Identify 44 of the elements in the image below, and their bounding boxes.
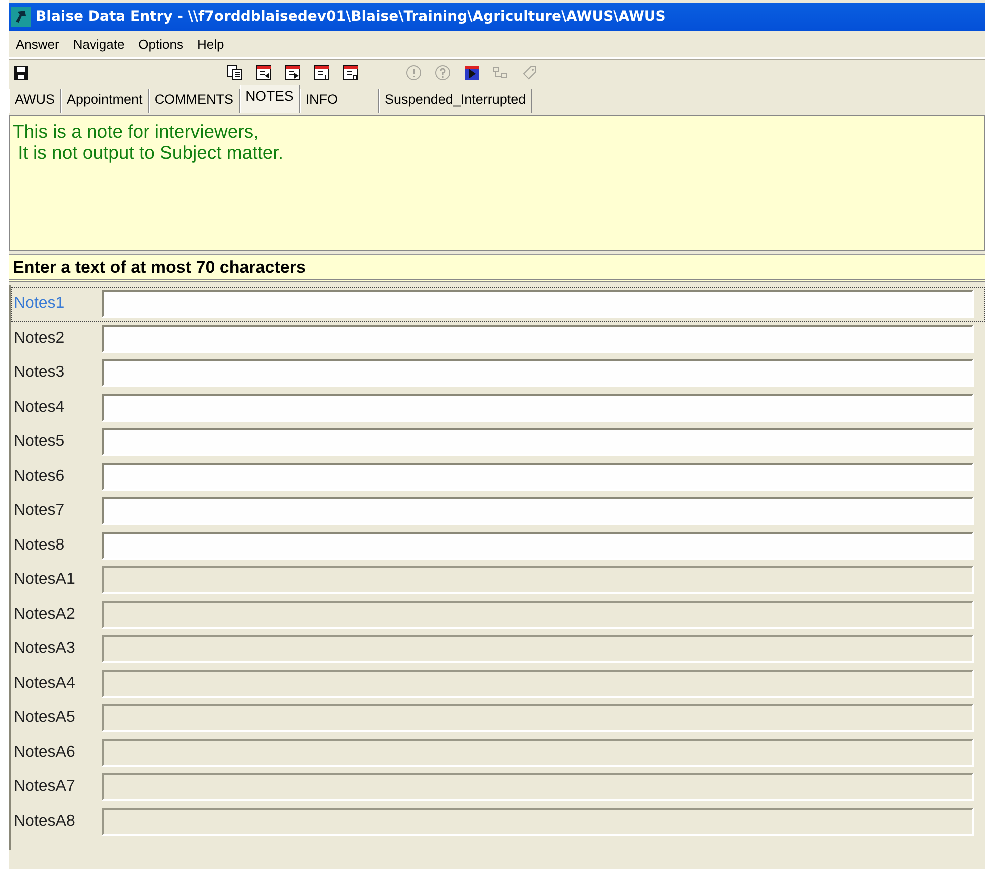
tab[interactable]: COMMENTS — [148, 89, 240, 113]
field-label: NotesA2 — [13, 606, 76, 624]
tab[interactable]: Appointment — [61, 89, 149, 113]
tab[interactable]: INFO — [300, 89, 380, 113]
text-field[interactable] — [102, 359, 974, 388]
field-label: Notes6 — [13, 468, 66, 486]
menu-item[interactable]: Navigate — [66, 36, 132, 52]
tab[interactable]: AWUS — [9, 89, 61, 113]
field-label: Notes1 — [13, 295, 66, 314]
menu-item[interactable]: Options — [132, 36, 190, 52]
text-field[interactable] — [102, 532, 974, 560]
field-label: NotesA1 — [13, 571, 76, 590]
play-icon[interactable] — [464, 65, 480, 81]
field-label: Notes2 — [13, 330, 66, 348]
tab[interactable]: Suspended_Interrupted — [379, 89, 532, 113]
note-text: This is a note for interviewers, — [13, 121, 260, 142]
save-icon[interactable] — [13, 65, 29, 81]
menu-item[interactable]: Answer — [9, 36, 66, 52]
field-label: NotesA5 — [13, 709, 76, 728]
field-label: Notes4 — [13, 398, 66, 417]
field-label: Notes7 — [13, 502, 66, 520]
note-text: It is not output to Subject matter. — [17, 142, 284, 163]
tab[interactable]: NOTES — [240, 85, 300, 113]
text-field[interactable] — [102, 324, 974, 353]
question-prompt: Enter a text of at most 70 characters — [9, 254, 985, 282]
field-label: Notes5 — [13, 433, 66, 452]
field-label: NotesA4 — [13, 674, 76, 693]
field-label: NotesA3 — [13, 640, 76, 658]
text-field[interactable] — [102, 428, 974, 456]
field-label: NotesA7 — [13, 778, 76, 796]
text-field[interactable] — [102, 290, 974, 318]
app-icon — [11, 7, 31, 27]
text-field[interactable] — [102, 462, 974, 491]
text-field[interactable] — [102, 394, 974, 422]
field-forward-icon[interactable] — [285, 65, 301, 81]
window-title: Blaise Data Entry - \\f7orddblaisedev01\Blaise\Training\Agriculture\AWUS\AWUS — [36, 9, 666, 25]
copy-icon[interactable] — [227, 65, 243, 81]
field-label: Notes8 — [13, 536, 66, 555]
field-label: NotesA6 — [13, 744, 76, 762]
field-label: NotesA8 — [13, 812, 76, 831]
field-back-icon[interactable] — [256, 65, 272, 81]
text-field[interactable] — [102, 497, 974, 526]
field-label: Notes3 — [13, 364, 66, 382]
menu-item[interactable]: Help — [190, 36, 232, 52]
